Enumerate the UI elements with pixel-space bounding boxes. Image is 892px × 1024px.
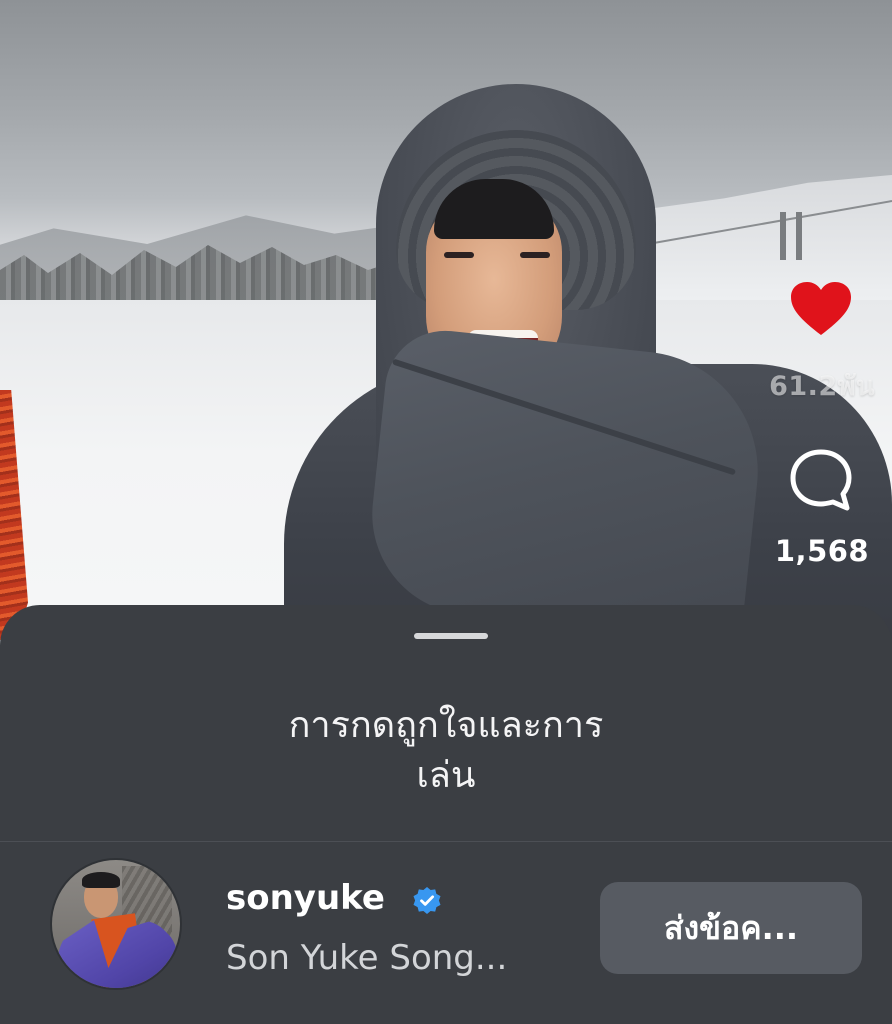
comment-count[interactable]: 1,568 [742,534,892,568]
eye-right [520,252,550,258]
message-button[interactable]: ส่งข้อค... [600,882,862,974]
sheet-title-line2: เล่น [416,755,476,796]
heart-icon[interactable] [790,281,852,337]
avatar-hair [82,872,120,888]
full-name: Son Yuke Song... [226,938,508,978]
username[interactable]: sonyuke [226,878,385,918]
comment-bubble-icon[interactable] [788,448,854,512]
avatar[interactable] [50,858,182,990]
eye-left [444,252,474,258]
sheet-title-line1: การกดถูกใจและการ [288,705,604,746]
sheet-drag-handle[interactable] [414,633,488,639]
like-count[interactable]: 61.2พัน [742,364,892,407]
likes-bottom-sheet: การกดถูกใจและการ เล่น sonyuke Son Yuke S… [0,605,892,1024]
user-list-item[interactable]: sonyuke Son Yuke Song... ส่งข้อค... [0,842,892,1024]
verified-badge-icon [412,886,442,916]
reel-screen: 61.2พัน 1,568 การกดถูกใจและการ เล่น sony… [0,0,892,1024]
sheet-title: การกดถูกใจและการ เล่น [0,701,892,801]
